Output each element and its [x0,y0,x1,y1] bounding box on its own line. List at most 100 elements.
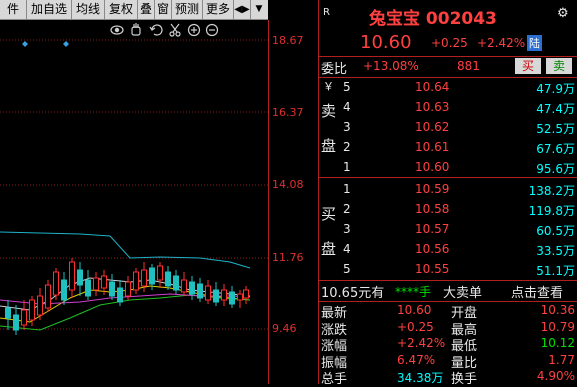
ad-price: 10.65元有 [321,286,385,301]
bid-level: 5 [343,262,351,276]
overlay-button[interactable]: 叠 [138,0,155,19]
ask-volume: 47.4万 [536,102,575,116]
buy-button[interactable]: 买 [515,58,541,74]
bid-row[interactable]: 3 10.57 60.5万 [319,220,577,239]
quote-panel: R 兔宝宝 002043 ⚙ 10.60 +0.25 +2.42% 陆 委比 +… [319,0,577,387]
stat-label: 换手 [451,372,478,387]
bid-level: 1 [343,182,351,196]
ask-row[interactable]: 5 10.64 47.9万 [319,78,577,97]
ad-big-order: 大卖单 [443,286,483,301]
ask-level: 5 [343,80,351,94]
adjust-price-button[interactable]: 复权 [105,0,138,19]
ask-level: 4 [343,100,351,114]
candle-body [221,289,227,301]
price-level-label: 16.37 [272,106,304,119]
event-marker[interactable] [63,41,69,47]
chart-toolbar: 件 加自选 均线 复权 叠 窗 预测 更多 ◀▶ ▼ [0,0,268,20]
bid-volume: 119.8万 [528,204,575,218]
ask-level: 3 [343,120,351,134]
sell-button[interactable]: 卖 [546,58,572,74]
bid-row[interactable]: 4 10.56 33.5万 [319,240,577,259]
candle-body [173,275,179,291]
event-marker[interactable] [22,41,28,47]
forecast-button[interactable]: 预测 [172,0,203,19]
r-indicator: R [323,7,330,18]
candle-body [197,283,203,299]
ask-row[interactable]: 1 10.60 95.6万 [319,158,577,177]
bid-level: 4 [343,242,351,256]
window-button[interactable]: 窗 [155,0,172,19]
candle-body [53,271,59,296]
stat-value: 4.90% [536,369,575,383]
candle-body [37,295,43,316]
ma-line-cyan [0,231,251,269]
ask-volume: 52.5万 [536,122,575,136]
candle-body [109,281,115,297]
ask-volume: 95.6万 [536,162,575,176]
price-level-label: 11.76 [272,251,304,264]
panel-toggle-icon[interactable]: ◀▶ [234,0,251,19]
ask-level: 1 [343,160,351,174]
ad-view-link[interactable]: 点击查看 [511,282,563,301]
candle-body [229,291,235,305]
price-level-label: 14.08 [272,178,304,191]
bid-row[interactable]: 5 10.55 51.1万 [319,260,577,279]
moving-average-button[interactable]: 均线 [72,0,105,19]
stat-value: 34.38万 [397,371,444,385]
candle-body [45,284,51,309]
bid-price: 10.56 [415,242,450,256]
bid-row[interactable]: 2 10.58 119.8万 [319,200,577,219]
candlestick-chart[interactable] [0,20,268,384]
candle-body [133,271,139,291]
bid-volume: 138.2万 [528,184,575,198]
candle-body [125,281,131,297]
bid-price: 10.57 [415,222,450,236]
bid-volume: 60.5万 [536,224,575,238]
stat-value: 10.60 [397,303,432,317]
candle-body [77,269,83,286]
stat-value: +0.25 [397,319,434,334]
add-watchlist-button[interactable]: 加自选 [27,0,72,19]
candle-body [85,279,91,297]
candle-body [93,277,99,291]
ask-row[interactable]: 3 10.62 52.5万 [319,118,577,137]
candle-body [29,299,35,321]
price-change: +0.25 [431,36,468,50]
candle-body [243,289,249,299]
price-change-pct: +2.42% [477,36,526,50]
bid-volume: 33.5万 [536,244,575,258]
weibi-value: +13.08% [363,59,419,73]
gear-icon[interactable]: ⚙ [557,6,569,21]
stat-value: 6.47% [397,352,436,367]
bid-level: 3 [343,222,351,236]
weibi-label: 委比 [321,62,348,77]
candle-body [189,281,195,295]
candle-body [165,271,171,287]
ask-volume: 47.9万 [536,82,575,96]
price-level-label: 9.46 [272,322,297,335]
ask-row[interactable]: 2 10.61 67.6万 [319,138,577,157]
bid-price: 10.59 [415,182,450,196]
ask-price: 10.62 [415,120,450,134]
chevron-down-icon[interactable]: ▼ [251,0,267,19]
ask-volume: 67.6万 [536,142,575,156]
ask-row[interactable]: 4 10.63 47.4万 [319,98,577,117]
candle-body [61,279,67,301]
stat-value: 1.77 [548,352,575,367]
candle-body [117,287,123,303]
price-level-label: 18.67 [272,34,304,47]
ask-price: 10.63 [415,100,450,114]
bid-row[interactable]: 1 10.59 138.2万 [319,180,577,199]
stock-name-code: 兔宝宝 002043 [369,9,497,29]
bid-price: 10.58 [415,202,450,216]
candle-body [141,269,147,287]
candle-body [149,267,155,285]
candle-body [205,285,211,301]
stats-row: 总手 34.38万 换手 4.90% [319,368,577,387]
ad-stars: ****手 [395,285,432,299]
toolbar-item-file[interactable]: 件 [0,0,27,19]
market-badge: 陆 [527,35,542,51]
stat-value: +2.42% [397,336,446,350]
stat-value: 10.12 [540,336,575,350]
more-button[interactable]: 更多 [203,0,234,19]
